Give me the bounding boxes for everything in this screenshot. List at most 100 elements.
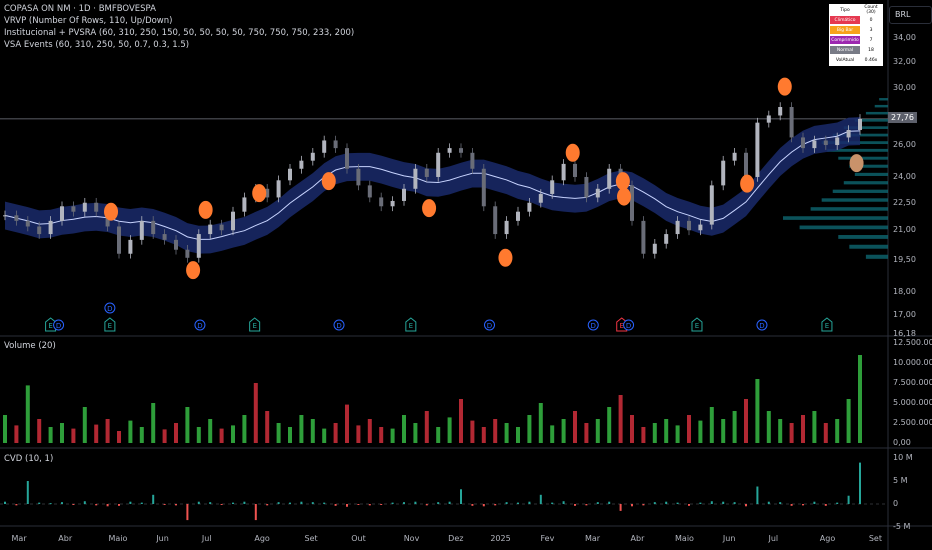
- volume-bar: [265, 411, 270, 443]
- candle-body: [379, 197, 384, 207]
- vrvp-bar: [810, 207, 888, 211]
- volume-bar: [641, 427, 646, 443]
- candle-body: [276, 180, 281, 198]
- candle-body: [71, 206, 76, 212]
- vsa-event-marker: [252, 184, 267, 203]
- cvd-bar: [311, 502, 314, 504]
- time-tick: Fev: [540, 534, 555, 543]
- candle-body: [14, 215, 19, 221]
- earnings-label: E: [108, 322, 112, 330]
- cvd-bar: [197, 501, 200, 504]
- cvd-bar: [346, 504, 348, 507]
- volume-bar: [94, 424, 99, 443]
- vrvp-bar: [849, 244, 888, 249]
- vrvp-bar: [832, 189, 888, 193]
- dividend-label: D: [759, 322, 764, 330]
- time-tick: Nov: [403, 534, 420, 543]
- candle-body: [333, 140, 338, 149]
- table-count: 0: [869, 17, 873, 23]
- volume-bar: [379, 427, 384, 443]
- cvd-bar: [118, 504, 120, 506]
- volume-tick: 7.500.000,00: [893, 378, 932, 387]
- candle-body: [778, 107, 783, 116]
- candle-body: [242, 197, 247, 212]
- volume-bar: [709, 407, 714, 443]
- cvd-bar: [129, 501, 132, 504]
- currency-button[interactable]: BRL: [889, 6, 932, 24]
- chart-canvas[interactable]: E DDE D E D E D D E D E D E: [0, 0, 932, 550]
- candle-body: [436, 152, 441, 177]
- table-label: Comprimido: [830, 36, 860, 44]
- volume-tick: 12.500.000,00: [893, 338, 932, 347]
- cvd-bar: [186, 504, 189, 521]
- cvd-bar: [175, 504, 177, 506]
- table-count: 7: [869, 37, 873, 43]
- volume-bar: [687, 415, 691, 443]
- candle-body: [573, 163, 577, 177]
- cvd-bar: [163, 504, 166, 505]
- volume-bar: [253, 383, 258, 443]
- cvd-bar: [767, 501, 770, 504]
- cvd-bar: [15, 504, 18, 506]
- volume-bar: [402, 415, 406, 443]
- vrvp-bar: [799, 225, 888, 230]
- candle-body: [835, 137, 840, 146]
- volume-bar: [447, 417, 452, 443]
- vsa-event-marker: [104, 202, 119, 221]
- volume-bar: [516, 427, 520, 443]
- table-label: Big Bar: [830, 26, 860, 34]
- volume-bar: [618, 395, 623, 443]
- candle-body: [470, 152, 475, 169]
- volume-bar: [812, 411, 817, 443]
- cvd-bar: [733, 502, 736, 504]
- volume-pane-title[interactable]: Volume (20): [4, 340, 56, 352]
- last-price-label: 27,76: [888, 112, 917, 123]
- cvd-bar: [756, 486, 759, 504]
- candle-body: [424, 168, 429, 177]
- candle-body: [459, 148, 463, 153]
- price-tick: 24,00: [893, 171, 916, 181]
- candle-body: [447, 148, 452, 153]
- time-tick: Jul: [768, 534, 779, 543]
- earnings-label: E: [409, 322, 413, 330]
- time-tick: Set: [304, 534, 318, 543]
- volume-bar: [37, 419, 42, 443]
- volume-bar: [561, 419, 566, 443]
- cvd-bar: [802, 504, 804, 506]
- vrvp-bar: [854, 172, 888, 176]
- candle-body: [858, 118, 862, 130]
- candle-body: [60, 206, 64, 221]
- volume-tick: 5.000.000,00: [893, 398, 932, 407]
- table-count: 18: [868, 47, 874, 53]
- candle-body: [652, 243, 657, 254]
- candle-body: [151, 220, 156, 235]
- volume-bar: [356, 425, 361, 443]
- volume-bar: [60, 423, 64, 443]
- candle-body: [504, 220, 509, 235]
- vsa-event-marker: [186, 261, 201, 280]
- vsa-event-marker: [498, 248, 513, 267]
- cvd-bar: [289, 502, 291, 504]
- vrvp-bar: [821, 198, 888, 202]
- candle-body: [94, 202, 99, 212]
- cvd-bar: [448, 501, 451, 504]
- cvd-pane-title[interactable]: CVD (10, 1): [4, 453, 53, 465]
- vsa-event-marker: [849, 154, 864, 173]
- dividend-label: D: [56, 322, 61, 330]
- cvd-tick: 0: [893, 499, 899, 508]
- cvd-bar: [608, 501, 611, 504]
- cvd-bar: [642, 504, 645, 506]
- volume-bar: [630, 415, 634, 443]
- volume-bar: [493, 419, 498, 443]
- time-tick: Out: [351, 534, 366, 543]
- volume-bar: [105, 419, 110, 443]
- volume-bar: [288, 427, 292, 443]
- price-tick: 16,18: [893, 329, 916, 339]
- volume-bar: [766, 411, 771, 443]
- cvd-bar: [847, 495, 850, 504]
- price-tick: 18,00: [893, 286, 916, 296]
- cvd-bar: [26, 481, 29, 504]
- cvd-bar: [619, 504, 622, 511]
- dividend-label: D: [336, 322, 341, 330]
- cvd-bar: [745, 504, 747, 507]
